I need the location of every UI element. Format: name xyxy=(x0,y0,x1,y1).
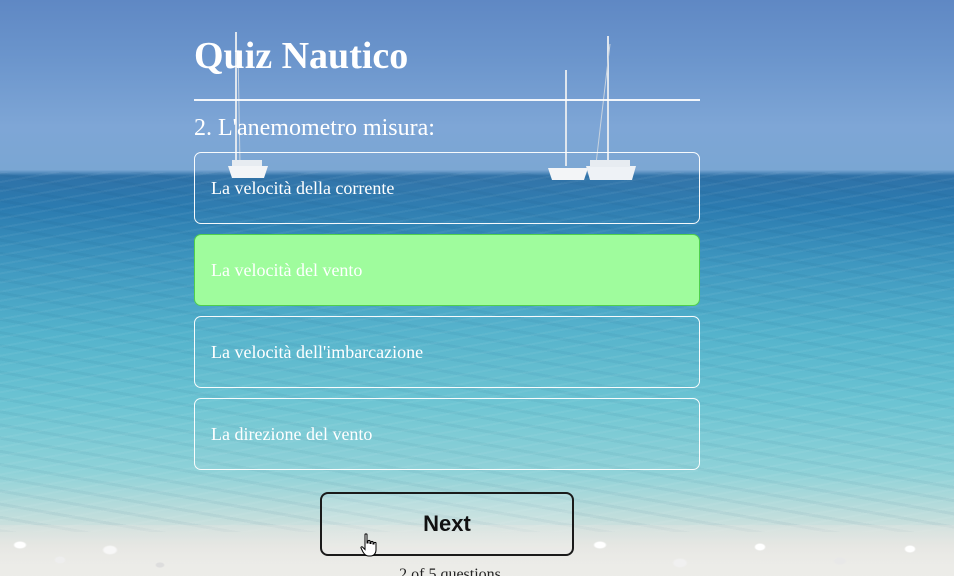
answer-list: La velocità della corrente La velocità d… xyxy=(194,152,700,470)
answer-option-label: La velocità del vento xyxy=(211,259,363,280)
quiz-container: Quiz Nautico 2. L'anemometro misura: La … xyxy=(194,28,700,480)
answer-option-label: La direzione del vento xyxy=(211,423,373,444)
answer-option-1[interactable]: La velocità della corrente xyxy=(194,152,700,224)
answer-option-3[interactable]: La velocità dell'imbarcazione xyxy=(194,316,700,388)
answer-option-4[interactable]: La direzione del vento xyxy=(194,398,700,470)
next-button[interactable]: Next xyxy=(320,492,574,556)
answer-option-2-correct[interactable]: La velocità del vento xyxy=(194,234,700,306)
answer-option-label: La velocità della corrente xyxy=(211,177,395,198)
answer-option-label: La velocità dell'imbarcazione xyxy=(211,341,424,362)
quiz-title: Quiz Nautico xyxy=(194,35,409,77)
title-divider xyxy=(194,99,700,101)
hand-pointer-icon xyxy=(360,533,377,557)
question-text: 2. L'anemometro misura: xyxy=(194,115,435,141)
question-counter: 2 of 5 questions xyxy=(399,566,501,576)
